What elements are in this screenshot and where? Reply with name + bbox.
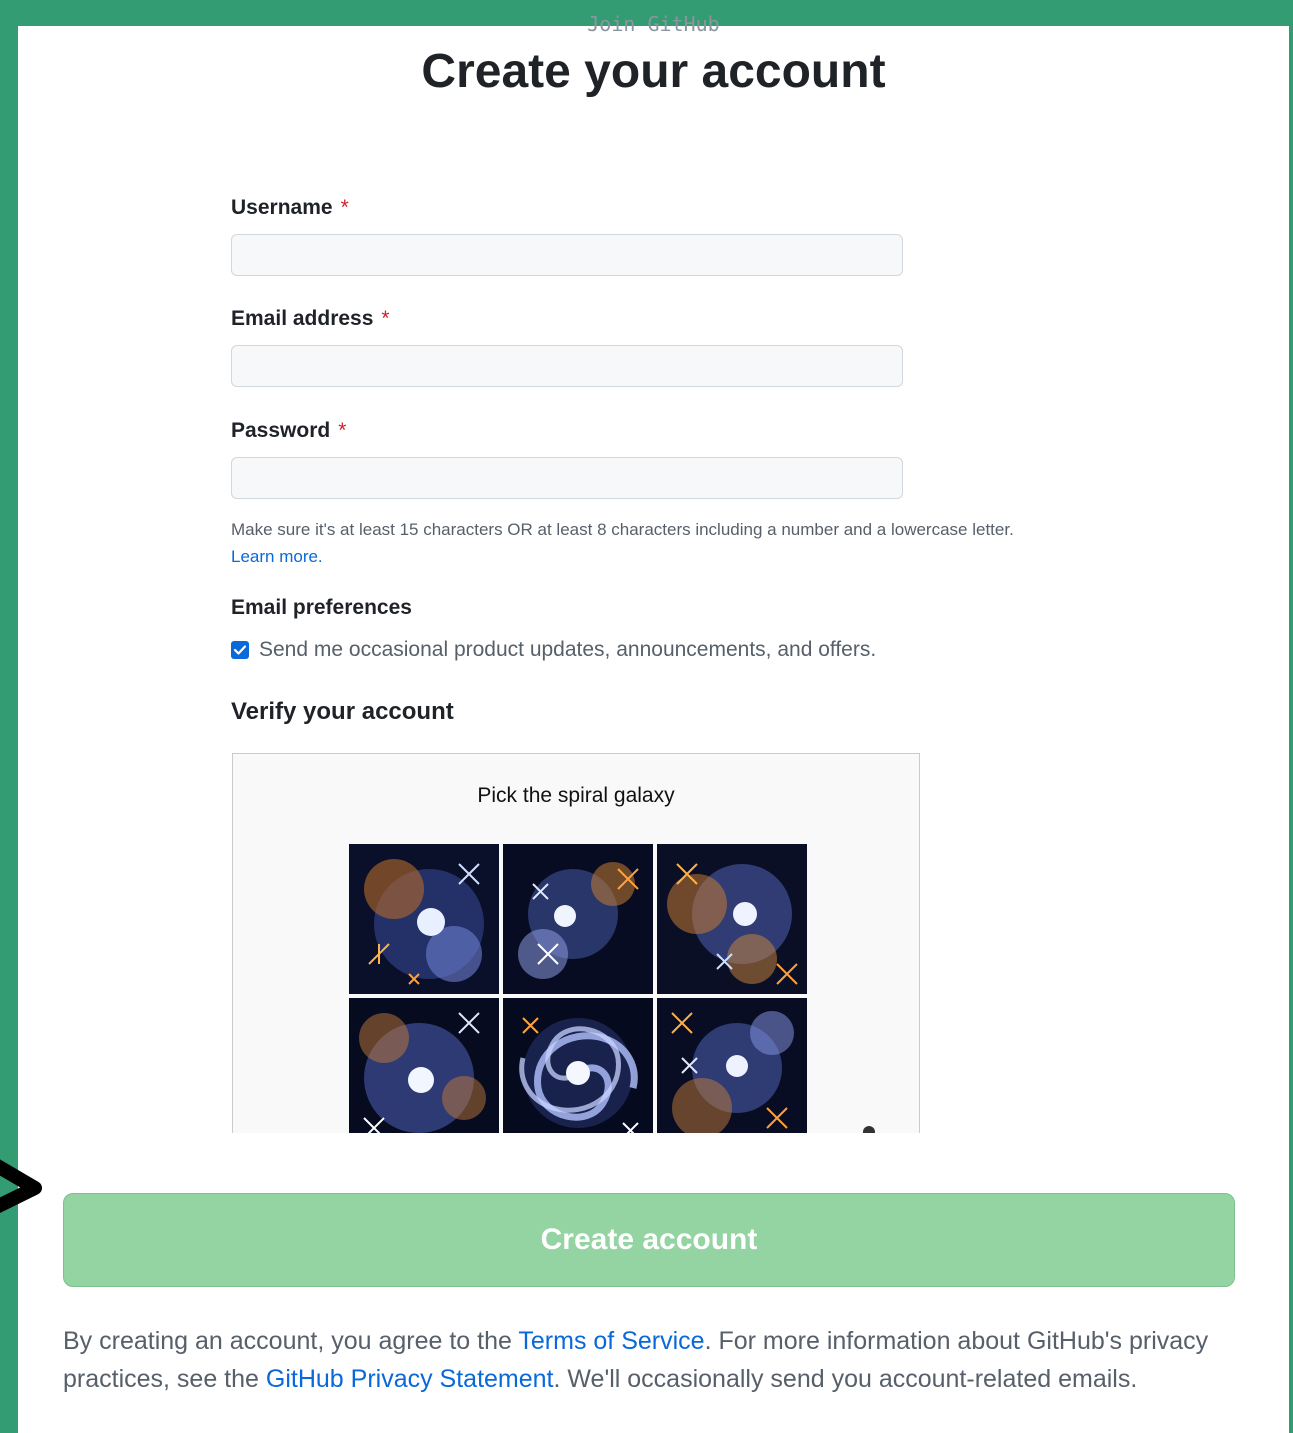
legal-notice: By creating an account, you agree to the… [63, 1322, 1213, 1398]
username-input[interactable] [231, 234, 903, 276]
galaxy-image-tile[interactable] [503, 998, 653, 1133]
pointer-arrow-icon [0, 1159, 42, 1214]
password-label: Password * [231, 419, 346, 443]
legal-text-part3: . We'll occasionally send you account-re… [553, 1365, 1138, 1393]
page-title: Create your account [421, 45, 886, 98]
verify-account-heading: Verify your account [231, 698, 454, 725]
password-hint-text: Make sure it's at least 15 characters OR… [231, 520, 1014, 539]
email-preferences-heading: Email preferences [231, 596, 412, 619]
legal-text-part1: By creating an account, you agree to the [63, 1327, 519, 1355]
email-label-text: Email address [231, 307, 374, 330]
required-mark: * [340, 196, 349, 219]
required-mark: * [381, 307, 390, 330]
privacy-statement-link[interactable]: GitHub Privacy Statement [266, 1365, 554, 1393]
required-mark: * [338, 419, 347, 442]
password-input[interactable] [231, 457, 903, 499]
email-preferences-checkbox[interactable] [231, 641, 249, 659]
password-label-text: Password [231, 419, 331, 442]
captcha-image-grid [349, 844, 807, 1133]
email-input[interactable] [231, 345, 903, 387]
eyebrow-text: Join GitHub [587, 12, 720, 32]
galaxy-image-tile[interactable] [657, 998, 807, 1133]
terms-of-service-link[interactable]: Terms of Service [518, 1327, 704, 1355]
galaxy-image-tile[interactable] [503, 844, 653, 994]
password-hint: Make sure it's at least 15 characters OR… [231, 516, 1131, 570]
captcha-prompt: Pick the spiral galaxy [477, 784, 675, 807]
email-label: Email address * [231, 307, 390, 331]
galaxy-image-tile[interactable] [349, 844, 499, 994]
galaxy-image-tile[interactable] [657, 844, 807, 994]
galaxy-image-tile[interactable] [349, 998, 499, 1133]
email-preferences-label: Send me occasional product updates, anno… [259, 638, 877, 661]
checkmark-icon [233, 645, 247, 655]
email-preferences-row: Send me occasional product updates, anno… [231, 638, 876, 662]
create-account-button[interactable]: Create account [63, 1193, 1235, 1287]
username-label-text: Username [231, 196, 333, 219]
username-label: Username * [231, 196, 349, 220]
learn-more-link[interactable]: Learn more. [231, 547, 323, 566]
captcha-scroll-indicator [863, 1126, 875, 1133]
captcha-frame: Pick the spiral galaxy [232, 753, 920, 1133]
